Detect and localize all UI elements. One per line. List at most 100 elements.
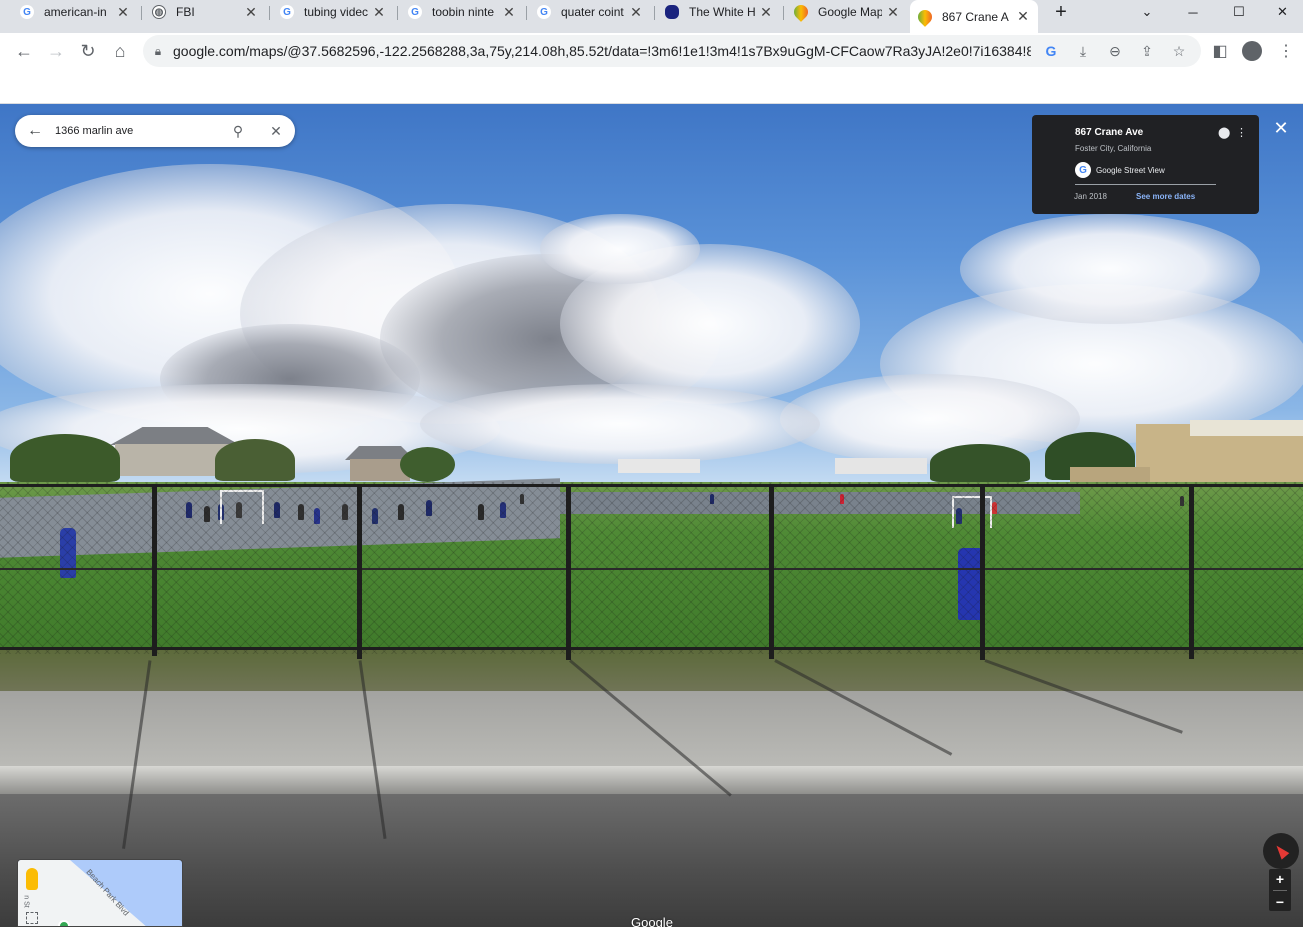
more-options-icon[interactable]: ⋮	[1236, 126, 1247, 139]
google-icon: G	[20, 5, 34, 19]
tab-5[interactable]: G quater coint ✕	[529, 0, 651, 24]
tree	[215, 439, 295, 481]
fence-bottom-rail	[0, 647, 1303, 650]
location-subtitle: Foster City, California	[1075, 144, 1152, 153]
google-icon: G	[280, 5, 294, 19]
url-text[interactable]: google.com/maps/@37.5682596,-122.2568288…	[173, 43, 1031, 59]
close-tab-icon[interactable]: ✕	[886, 4, 900, 21]
search-input[interactable]: 1366 marlin ave	[55, 125, 219, 137]
whitehouse-icon	[665, 5, 679, 19]
tab-3[interactable]: G tubing videc ✕	[272, 0, 394, 24]
tab-title: Google Map	[818, 5, 882, 19]
search-icon[interactable]: ⚲	[219, 123, 257, 140]
minimap[interactable]: Beach Park Blvd n St	[17, 859, 183, 927]
close-icon[interactable]: ✕	[257, 123, 295, 140]
tab-title: toobin ninte	[432, 5, 495, 19]
share-icon[interactable]: ⇪	[1131, 37, 1163, 65]
google-icon: G	[1075, 162, 1091, 178]
street-label: n St	[22, 895, 30, 908]
source-label: Google Street View	[1096, 165, 1165, 175]
street-view-panorama[interactable]	[0, 104, 1303, 927]
tab-title: american-in	[44, 5, 107, 19]
tab-2[interactable]: ◍ FBI ✕	[144, 0, 266, 24]
lock-icon[interactable]: 🔒︎	[143, 44, 173, 59]
fence-post	[357, 484, 362, 659]
tab-8-active[interactable]: 867 Crane A ✕	[910, 0, 1038, 33]
cloud	[540, 214, 700, 284]
forward-icon[interactable]: →	[42, 37, 70, 65]
maps-search-box[interactable]: ← 1366 marlin ave ⚲ ✕	[15, 115, 295, 147]
tab-title: quater coint	[561, 5, 624, 19]
tab-separator	[269, 6, 270, 20]
tab-separator	[526, 6, 527, 20]
side-panel-icon[interactable]: ◧	[1206, 37, 1234, 65]
close-tab-icon[interactable]: ✕	[759, 4, 773, 21]
expand-map-icon[interactable]	[26, 912, 38, 924]
tree	[930, 444, 1030, 482]
reload-icon[interactable]: ↻	[74, 37, 102, 65]
close-tab-icon[interactable]: ✕	[116, 4, 130, 21]
location-pin-icon[interactable]: ⬤	[1218, 126, 1230, 139]
minimize-icon[interactable]: ─	[1170, 0, 1216, 24]
fence-mid-rail	[0, 568, 1303, 570]
tab-strip: G american-in ✕ ◍ FBI ✕ G tubing videc ✕…	[0, 0, 1303, 33]
close-window-icon[interactable]: ✕	[1262, 0, 1303, 24]
tab-separator	[141, 6, 142, 20]
zoom-control: + −	[1269, 869, 1291, 911]
close-tab-icon[interactable]: ✕	[244, 4, 258, 21]
pegman-icon[interactable]	[26, 868, 38, 890]
close-street-view-icon[interactable]: ✕	[1270, 117, 1292, 139]
tab-title: FBI	[176, 5, 195, 19]
page-top-gap	[0, 69, 1303, 104]
cloud	[960, 214, 1260, 324]
close-tab-icon[interactable]: ✕	[502, 4, 516, 21]
profile-avatar-icon[interactable]	[1238, 37, 1266, 65]
back-icon[interactable]: ←	[10, 37, 38, 65]
close-tab-icon[interactable]: ✕	[629, 4, 643, 21]
dirt-strip	[0, 649, 1303, 691]
see-more-dates-link[interactable]: See more dates	[1136, 192, 1195, 201]
cloud	[780, 374, 1080, 464]
google-lens-icon[interactable]: G	[1035, 37, 1067, 65]
home-icon[interactable]: ⌂	[106, 37, 134, 65]
tree	[10, 434, 120, 482]
address-bar[interactable]: 🔒︎ google.com/maps/@37.5682596,-122.2568…	[143, 35, 1201, 67]
bookmark-star-icon[interactable]: ☆	[1163, 37, 1195, 65]
tab-4[interactable]: G toobin ninte ✕	[400, 0, 524, 24]
maximize-icon[interactable]: ☐	[1216, 0, 1262, 24]
install-app-icon[interactable]: ⤓	[1067, 37, 1099, 65]
curb	[0, 766, 1303, 794]
tab-1[interactable]: G american-in ✕	[12, 0, 138, 24]
tab-title: 867 Crane A	[942, 9, 1009, 24]
fence-post	[769, 484, 774, 659]
capture-date: Jan 2018	[1074, 192, 1107, 201]
google-icon: G	[408, 5, 422, 19]
globe-icon: ◍	[152, 5, 166, 19]
house	[115, 444, 230, 476]
tab-title: The White H	[689, 5, 755, 19]
fence-post	[1189, 484, 1194, 659]
menu-kebab-icon[interactable]: ⋮	[1272, 37, 1300, 65]
compass-icon[interactable]	[1263, 833, 1299, 869]
tree	[400, 447, 455, 482]
fence-post	[566, 484, 571, 660]
fence-post	[980, 484, 985, 660]
back-arrow-icon[interactable]: ←	[15, 122, 55, 140]
cloud	[420, 384, 820, 464]
maps-pin-icon	[791, 2, 811, 22]
tab-separator	[397, 6, 398, 20]
portable-building	[618, 459, 700, 473]
new-tab-button[interactable]: +	[1048, 0, 1074, 24]
tab-search-icon[interactable]: ⌄	[1124, 0, 1170, 24]
location-dot-icon	[58, 920, 70, 926]
zoom-in-button[interactable]: +	[1276, 871, 1284, 887]
zoom-out-button[interactable]: −	[1276, 894, 1284, 910]
close-tab-icon[interactable]: ✕	[372, 4, 386, 21]
location-title: 867 Crane Ave	[1075, 127, 1144, 138]
zoom-icon[interactable]: ⊖	[1099, 37, 1131, 65]
maps-pin-icon	[915, 6, 935, 27]
tab-7[interactable]: Google Map ✕	[786, 0, 908, 24]
google-watermark: Google	[631, 915, 673, 927]
close-tab-icon[interactable]: ✕	[1016, 8, 1030, 25]
tab-6[interactable]: The White H ✕	[657, 0, 781, 24]
